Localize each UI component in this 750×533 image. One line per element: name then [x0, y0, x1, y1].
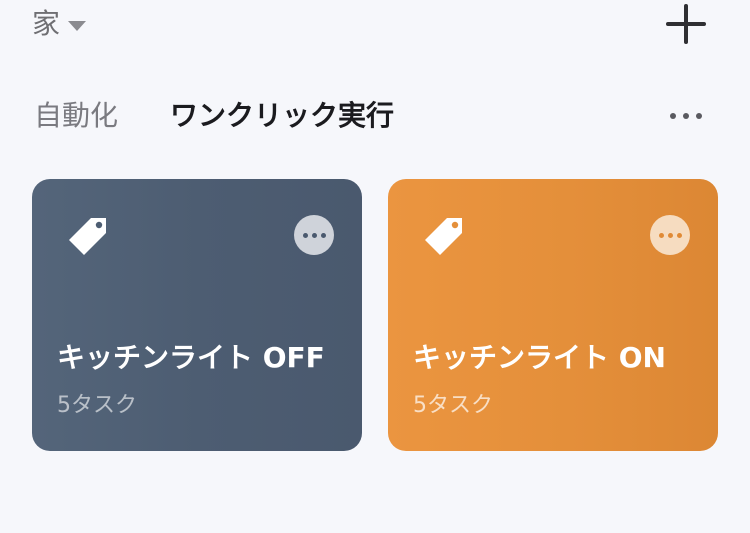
- card-task-count: 5タスク: [413, 393, 493, 418]
- plus-icon[interactable]: [664, 2, 708, 46]
- card-more-button[interactable]: [650, 215, 690, 255]
- card-task-count: 5タスク: [57, 393, 137, 418]
- ellipsis-dot: [676, 232, 682, 238]
- ellipsis-dot: [667, 232, 673, 238]
- home-selector[interactable]: 家: [32, 4, 87, 44]
- card-title: キッチンライト ON: [413, 341, 666, 374]
- ellipsis-dot: [320, 232, 326, 238]
- tag-icon: [425, 218, 462, 255]
- more-options-button[interactable]: [664, 104, 708, 128]
- caret-down-icon: [68, 21, 87, 31]
- scene-card-kitchen-light-off[interactable]: キッチンライト OFF 5タスク: [32, 179, 362, 451]
- tab-automation[interactable]: 自動化: [34, 102, 118, 130]
- tab-bar: 自動化 ワンクリック実行: [34, 94, 394, 138]
- ellipsis-dot: [658, 232, 664, 238]
- ellipsis-dot: [696, 113, 702, 119]
- home-label: 家: [32, 7, 61, 40]
- tag-icon: [69, 218, 106, 255]
- scene-card-kitchen-light-on[interactable]: キッチンライト ON 5タスク: [388, 179, 718, 451]
- tab-one-click[interactable]: ワンクリック実行: [170, 102, 394, 130]
- ellipsis-dot: [302, 232, 308, 238]
- ellipsis-dot: [670, 113, 676, 119]
- ellipsis-dot: [683, 113, 689, 119]
- card-title: キッチンライト OFF: [57, 341, 325, 374]
- ellipsis-dot: [311, 232, 317, 238]
- card-more-button[interactable]: [294, 215, 334, 255]
